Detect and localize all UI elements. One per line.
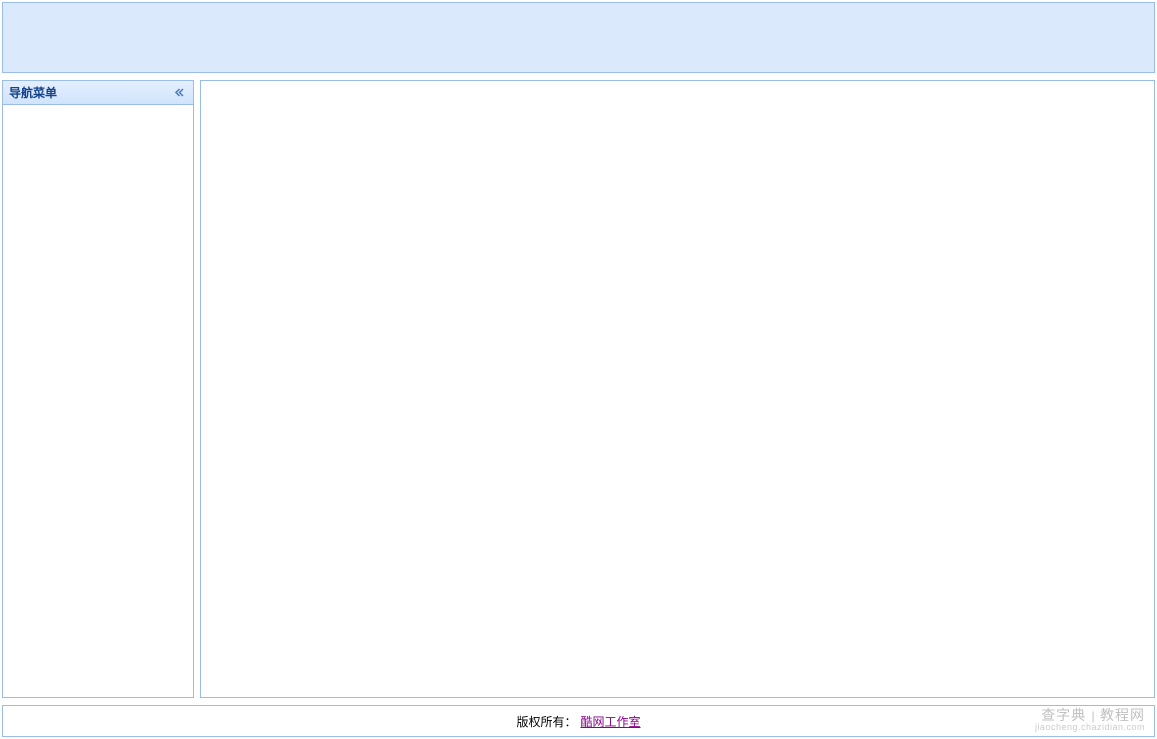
sidebar-panel: 导航菜单: [2, 80, 194, 698]
sidebar-header: 导航菜单: [3, 81, 193, 105]
header-region: [2, 2, 1155, 73]
sidebar-body: [3, 105, 193, 697]
footer-region: 版权所有： 酷网工作室: [2, 705, 1155, 737]
collapse-left-icon[interactable]: [172, 85, 187, 100]
main-content-region: [200, 80, 1155, 698]
footer-link[interactable]: 酷网工作室: [581, 713, 641, 730]
sidebar-title: 导航菜单: [9, 84, 57, 101]
copyright-label: 版权所有：: [516, 713, 576, 730]
